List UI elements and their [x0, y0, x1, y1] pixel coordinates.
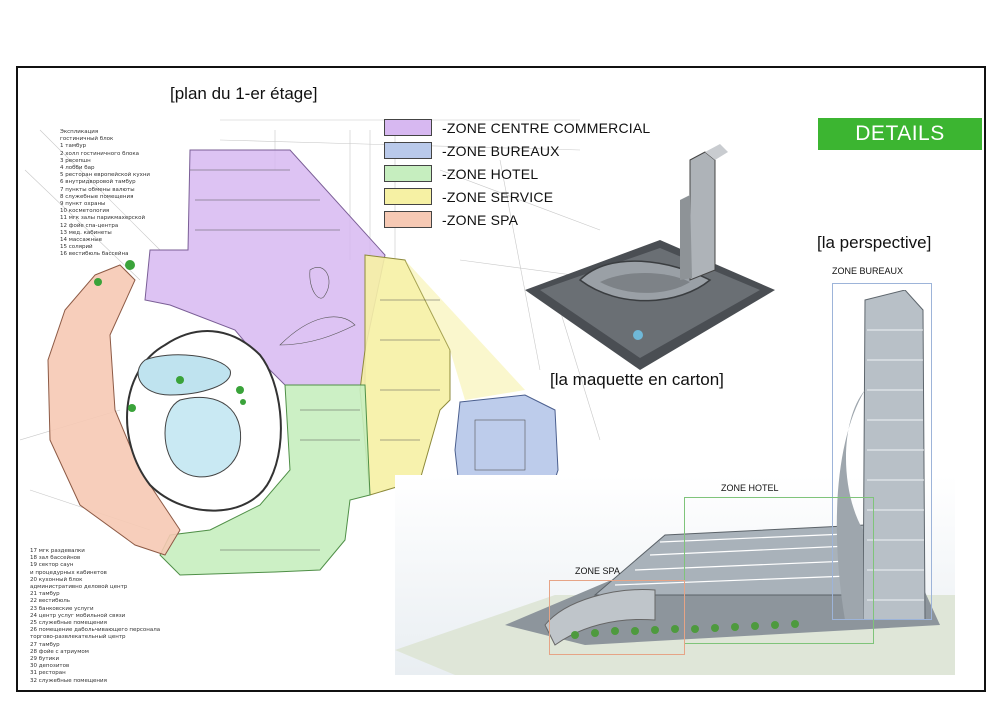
- note-line: 2 холл гостиничного блока: [60, 150, 140, 157]
- note-line: 28 фойе с атриумом: [30, 648, 89, 655]
- notes-bottom: 17 мгк раздевалки 18 зал бассейнов 19 сект…: [30, 548, 160, 685]
- note-line: 27 тамбур: [30, 641, 60, 648]
- zone-bureaux-label: ZONE BUREAUX: [832, 266, 904, 276]
- note-line: 18 зал бассейнов: [30, 555, 81, 562]
- legend-swatch: [384, 188, 432, 205]
- zone-spa-frame: [549, 580, 685, 655]
- legend-swatch: [384, 211, 432, 228]
- zone-spa-label: ZONE SPA: [575, 566, 620, 576]
- legend-swatch: [384, 142, 432, 159]
- plan-title: [plan du 1-er étage]: [170, 84, 318, 103]
- note-line: 22 вестибюль: [30, 598, 70, 605]
- perspective-label: [la perspective]: [817, 233, 932, 252]
- note-line: 13 мед. кабинеты: [60, 229, 112, 236]
- note-line: гостиничный блок: [60, 136, 114, 143]
- note-line: 16 вестибюль бассейна: [60, 251, 129, 258]
- note-line: 32 служебные помещения: [30, 677, 107, 684]
- note-line: 29 бутики: [30, 656, 60, 663]
- note-line: 1 тамбур: [60, 143, 87, 150]
- zone-hotel-label: ZONE HOTEL: [721, 483, 779, 493]
- note-line: 6 внутридворовой тамбур: [60, 179, 136, 186]
- note-line: 31 ресторан: [30, 670, 66, 677]
- note-line: 3 ресепшн: [60, 157, 91, 164]
- note-line: торгово-развлекательный центр: [30, 634, 126, 641]
- note-line: 7 пункты обмены валюты: [60, 186, 135, 193]
- note-line: 24 центр услуг мобильной связи: [30, 612, 126, 619]
- note-line: 9 пункт охраны: [60, 201, 106, 208]
- note-line: 8 служебные помещения: [60, 193, 134, 200]
- legend-swatch: [384, 165, 432, 182]
- zone-service-area: [359, 254, 451, 496]
- note-line: 30 депозитов: [30, 663, 70, 670]
- legend-swatch: [384, 119, 432, 136]
- zone-hotel-frame: [684, 497, 874, 644]
- note-line: административно деловой центр: [30, 584, 128, 591]
- note-line: 11 мгк залы парикмахерской: [60, 215, 146, 222]
- note-line: 25 служебные помещения: [30, 620, 107, 627]
- note-line: и процедурных кабинетов: [30, 569, 107, 576]
- note-line: 12 фойе спа-центра: [60, 222, 119, 229]
- cardboard-model-image: [525, 144, 775, 370]
- legend-label: -ZONE SPA: [442, 211, 519, 228]
- note-line: 21 тамбур: [30, 591, 60, 598]
- notes-top: Экспликация гостиничный блок 1 тамбур 2 хол…: [60, 129, 150, 259]
- pool-lower: [164, 396, 242, 478]
- note-line: 19 сектор саун: [30, 562, 74, 569]
- details-banner: DETAILS: [818, 118, 982, 150]
- note-line: 20 кухонный блок: [30, 576, 83, 583]
- note-line: 23 банковские услуги: [30, 605, 94, 612]
- maquette-label: [la maquette en carton]: [550, 370, 724, 389]
